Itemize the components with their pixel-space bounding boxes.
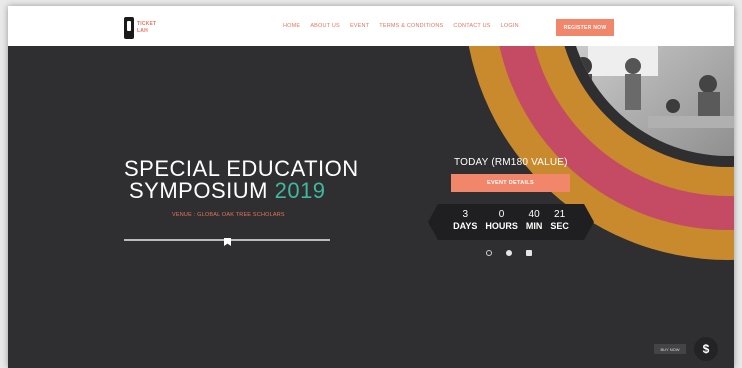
countdown-days: 3 DAYS [453,204,477,240]
dollar-icon[interactable]: $ [694,337,718,361]
site-logo[interactable]: TICKET LAH [124,17,164,39]
countdown-hours-label: HOURS [485,221,518,231]
countdown-min-value: 40 [528,209,540,220]
nav-login[interactable]: LOGIN [501,23,519,29]
countdown-min-label: MIN [525,221,543,231]
hero-title-year: 2019 [274,178,326,203]
nav-contact-us[interactable]: CONTACT US [453,23,490,29]
event-details-button[interactable]: EVENT DETAILS [451,174,570,192]
countdown-sec: 21 SEC [550,204,569,240]
carousel-dot-3[interactable] [526,250,532,256]
logo-mark-icon [124,17,134,39]
countdown-hours: 0 HOURS [485,204,518,240]
carousel-dot-1[interactable] [486,250,492,256]
logo-word-1: TICKET [137,21,157,27]
main-nav: HOME ABOUT US EVENT TERMS & CONDITIONS C… [283,23,529,29]
buy-now-button[interactable]: BUY NOW [654,344,686,354]
carousel-dots [486,250,532,256]
countdown-sec-label: SEC [550,221,569,231]
nav-about-us[interactable]: ABOUT US [310,23,340,29]
today-value-text: TODAY (RM180 VALUE) [454,157,568,168]
countdown-days-label: DAYS [453,221,478,231]
carousel-dot-2[interactable] [506,250,512,256]
nav-home[interactable]: HOME [283,23,300,29]
nav-event[interactable]: EVENT [350,23,369,29]
hero-title-word: SYMPOSIUM [129,178,268,203]
hero-title: SPECIAL EDUCATION SYMPOSIUM 2019 [124,158,384,202]
countdown-min: 40 MIN [526,204,543,240]
hero-title-line2: SYMPOSIUM 2019 [124,180,384,202]
countdown-timer: 3 DAYS 0 HOURS 40 MIN 21 SEC [428,204,594,240]
venue-text: VENUE : GLOBAL OAK TREE SCHOLARS [172,212,285,218]
nav-terms[interactable]: TERMS & CONDITIONS [379,23,443,29]
browser-frame: TICKET LAH HOME ABOUT US EVENT TERMS & C… [8,6,734,368]
countdown-sec-value: 21 [554,209,566,220]
site-header: TICKET LAH HOME ABOUT US EVENT TERMS & C… [8,6,734,46]
countdown-days-value: 3 [462,209,469,220]
register-now-button[interactable]: REGISTER NOW [556,19,614,36]
countdown-hours-value: 0 [498,209,505,220]
logo-word-2: LAH [137,28,148,34]
